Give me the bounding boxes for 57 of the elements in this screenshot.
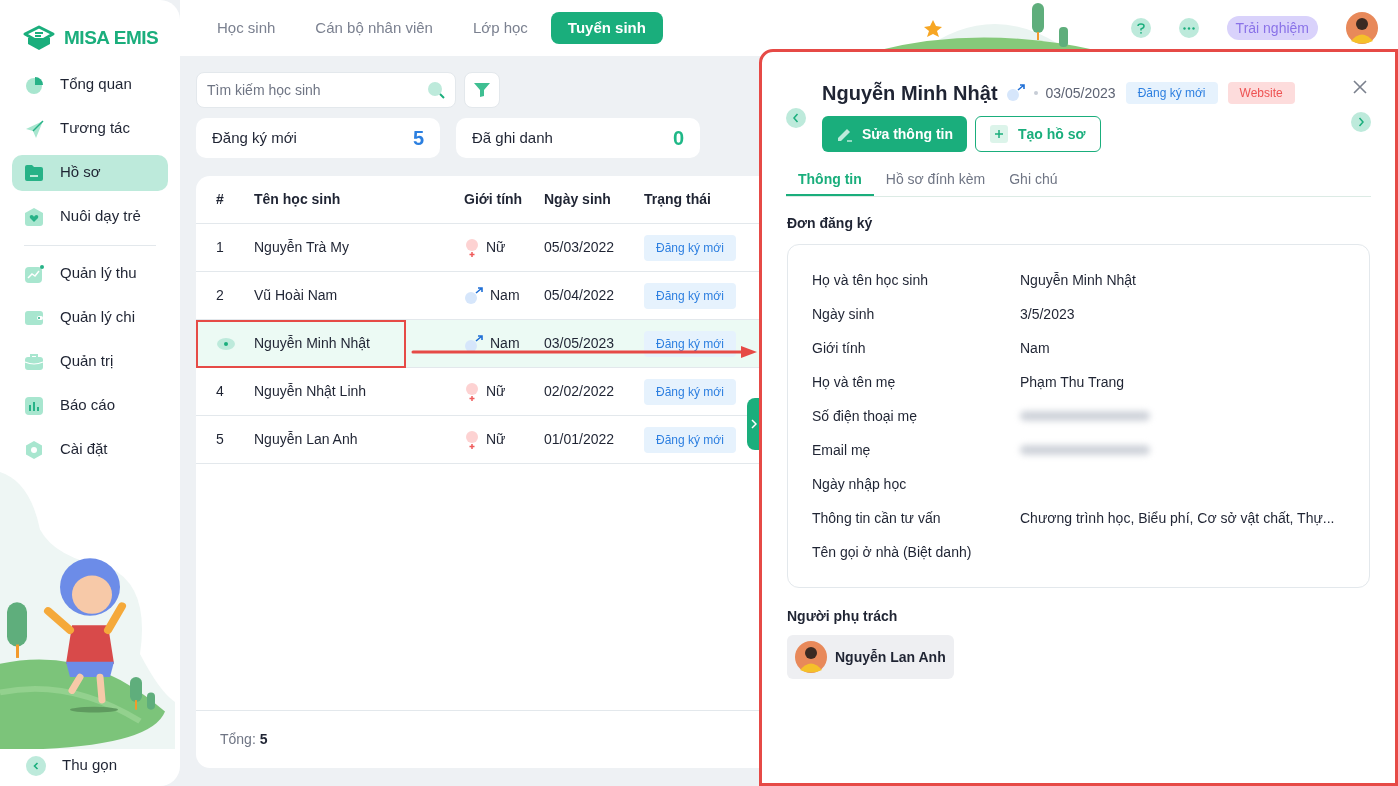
student-name: Nguyễn Minh Nhật [254,334,371,353]
student-name: Nguyễn Trà My [254,238,350,257]
birth-date: 01/01/2022 [544,430,616,449]
stat-label: Đăng ký mới [212,127,297,148]
gender-text: Nữ [486,238,506,257]
owner-name: Nguyễn Lan Anh [835,647,946,667]
gender-text: Nam [490,286,520,305]
stat-value: 5 [412,126,424,151]
column-header: Ngày sinh [544,190,612,209]
status-badge: Đăng ký mới [644,378,736,405]
stat-label: Đã ghi danh [472,127,553,148]
field-value: Chương trình học, Biểu phí, Cơ sở vật chất, Thự... [1020,508,1335,528]
field-value: Nam [1020,338,1050,358]
student-name-title: Nguyễn Minh Nhật [822,80,998,106]
column-header: Giới tính [464,190,524,209]
row-number: 5 [216,430,224,449]
gender-text: Nữ [486,382,506,401]
logo-text: MISA EMIS [64,26,159,50]
row-number: 4 [216,382,224,401]
field-label: Họ và tên học sinh [812,270,929,290]
field-label: Họ và tên mẹ [812,372,897,392]
stat-value: 0 [672,126,684,151]
gender-text: Nữ [486,430,506,449]
field-label: Tên gọi ở nhà (Biệt danh) [812,542,973,562]
student-name: Nguyễn Lan Anh [254,430,359,449]
field-label: Giới tính [812,338,867,358]
field-label: Thông tin cần tư vấn [812,508,942,528]
birth-date: 02/02/2022 [544,382,616,401]
section-title: Đơn đăng ký [787,214,874,233]
field-value: Phạm Thu Trang [1020,372,1125,392]
student-name: Vũ Hoài Nam [254,286,339,305]
field-label: Ngày nhập học [812,474,908,494]
row-number: 2 [216,286,224,305]
birth-date: 05/03/2022 [544,238,616,257]
status-badge: Đăng ký mới [644,426,736,453]
column-header: Trạng thái [644,190,712,209]
status-badge: Đăng ký mới [1125,82,1218,104]
student-name: Nguyễn Nhật Linh [254,382,368,401]
column-header: # [215,190,225,209]
field-label: Email mẹ [812,440,872,460]
birth-date: 05/04/2022 [544,286,616,305]
source-badge: Website [1227,82,1295,104]
status-badge: Đăng ký mới [644,330,736,357]
field-label: Số điện thoại mẹ [812,406,919,426]
field-value: 3/5/2023 [1020,304,1075,324]
field-value: Nguyễn Minh Nhật [1020,270,1136,290]
gender-text: Nam [490,334,520,353]
field-label: Ngày sinh [812,304,876,324]
birth-date: 03/05/2023 [544,334,616,353]
row-number: 1 [216,238,224,257]
birth-date: 03/05/2023 [1045,83,1116,103]
section-title: Người phụ trách [787,607,899,626]
column-header: Tên học sinh [254,190,342,209]
total-label: Tổng: [220,730,256,749]
status-badge: Đăng ký mới [644,234,736,261]
status-badge: Đăng ký mới [644,282,736,309]
total-count: 5 [259,730,268,749]
